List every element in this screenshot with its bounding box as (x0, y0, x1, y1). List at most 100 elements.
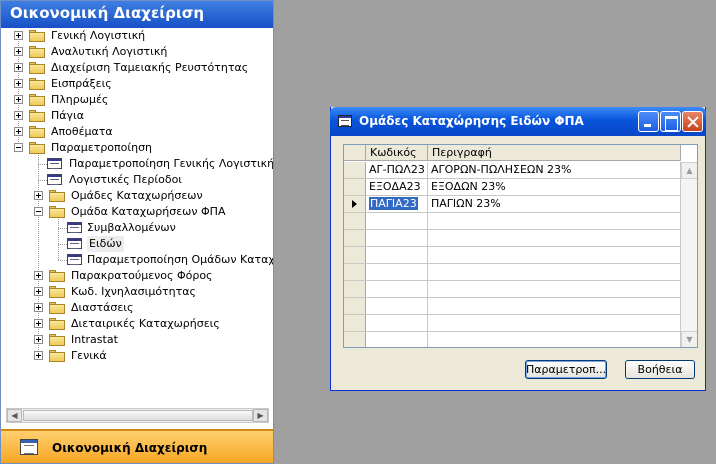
cell-description[interactable] (428, 213, 681, 230)
navigation-pane: Οικονομική Διαχείριση Γενική Λογιστική Αν… (0, 0, 274, 464)
tree-item[interactable]: Διεταιρικές Καταχωρήσεις (1, 316, 273, 332)
cell-code[interactable] (366, 230, 428, 247)
tree-item[interactable]: Ειδών (1, 236, 273, 252)
tree-item[interactable]: Διαστάσεις (1, 300, 273, 316)
expand-icon[interactable] (34, 351, 43, 360)
row-selector-header (344, 145, 366, 161)
cell-code[interactable] (366, 264, 428, 281)
tree-item[interactable]: Intrastat (1, 332, 273, 348)
cell-code[interactable] (366, 281, 428, 298)
cell-description[interactable] (428, 298, 681, 315)
scroll-down-button[interactable]: ▼ (681, 331, 697, 347)
collapse-icon[interactable] (14, 143, 23, 152)
cell-code[interactable] (366, 332, 428, 347)
row-selector[interactable] (344, 298, 366, 315)
row-selector[interactable] (344, 247, 366, 264)
folder-icon (49, 190, 65, 202)
tree-item[interactable]: Ομάδες Καταχωρήσεων (1, 188, 273, 204)
cell-code[interactable] (366, 298, 428, 315)
expand-icon[interactable] (14, 63, 23, 72)
row-selector[interactable] (344, 315, 366, 332)
vertical-scrollbar[interactable]: ▲ ▼ (681, 162, 697, 347)
column-header-description[interactable]: Περιγραφή (428, 145, 681, 161)
expand-icon[interactable] (34, 271, 43, 280)
cell-description[interactable] (428, 315, 681, 332)
expand-icon[interactable] (34, 191, 43, 200)
row-selector[interactable] (344, 213, 366, 230)
cell-code[interactable] (366, 315, 428, 332)
cell-code[interactable] (366, 213, 428, 230)
window-titlebar[interactable]: Ομάδες Καταχώρησης Ειδών ΦΠΑ (330, 107, 706, 136)
parameters-button[interactable]: Παραμετροπ... (525, 360, 607, 379)
cell-code[interactable]: ΠΑΓΙΑ23 (366, 196, 428, 213)
close-button[interactable] (682, 111, 703, 132)
scroll-thumb[interactable] (23, 410, 253, 421)
row-selector[interactable] (344, 281, 366, 298)
row-selector[interactable] (344, 162, 366, 179)
cell-description[interactable] (428, 264, 681, 281)
tree-item[interactable]: Διαχείριση Ταμειακής Ρευστότητας (1, 60, 273, 76)
folder-open-icon (49, 206, 65, 218)
column-header-code[interactable]: Κωδικός (366, 145, 428, 161)
expand-icon[interactable] (34, 319, 43, 328)
navigation-tree: Γενική Λογιστική Αναλυτική Λογιστική Διαχε… (1, 28, 273, 408)
cell-description[interactable]: ΕΞΟΔΩΝ 23% (428, 179, 681, 196)
tree-item[interactable]: Γενική Λογιστική (1, 28, 273, 44)
tree-item[interactable]: Παραμετροποίηση Γενικής Λογιστικής (1, 156, 273, 172)
cell-description[interactable] (428, 332, 681, 347)
cell-code[interactable] (366, 247, 428, 264)
folder-icon (49, 286, 65, 298)
expand-icon[interactable] (14, 127, 23, 136)
cell-description[interactable]: ΠΑΓΙΩΝ 23% (428, 196, 681, 213)
tree-item[interactable]: Λογιστικές Περίοδοι (1, 172, 273, 188)
folder-icon (29, 46, 45, 58)
vat-posting-groups-window: Ομάδες Καταχώρησης Ειδών ΦΠΑ Κωδικός Περ… (330, 107, 706, 391)
horizontal-scrollbar[interactable]: ◀ ▶ (6, 408, 269, 423)
row-selector[interactable] (344, 179, 366, 196)
cell-code[interactable]: ΑΓ-ΠΩΛ23 (366, 162, 428, 179)
tree-item-label: Αναλυτική Λογιστική (51, 45, 168, 58)
cell-description[interactable] (428, 281, 681, 298)
tree-item[interactable]: Ομάδα Καταχωρήσεων ΦΠΑ (1, 204, 273, 220)
tree-item-label: Γενικά (71, 349, 107, 362)
form-icon (67, 254, 82, 265)
scroll-up-button[interactable]: ▲ (681, 162, 697, 179)
collapse-icon[interactable] (34, 207, 43, 216)
cell-description[interactable] (428, 230, 681, 247)
expand-icon[interactable] (14, 111, 23, 120)
navigation-pane-button[interactable]: Οικονομική Διαχείριση (1, 429, 273, 463)
minimize-button[interactable] (638, 111, 659, 132)
tree-item[interactable]: Παραμετροποίηση (1, 140, 273, 156)
tree-item[interactable]: Συμβαλλομένων (1, 220, 273, 236)
row-selector[interactable] (344, 264, 366, 281)
maximize-button[interactable] (660, 111, 681, 132)
expand-icon[interactable] (14, 79, 23, 88)
tree-item[interactable]: Παραμετροποίηση Ομάδων Καταχώρησ (1, 252, 273, 268)
row-selector[interactable] (344, 196, 366, 213)
cell-description[interactable]: ΑΓΟΡΩΝ-ΠΩΛΗΣΕΩΝ 23% (428, 162, 681, 179)
tree-item[interactable]: Εισπράξεις (1, 76, 273, 92)
cell-description[interactable] (428, 247, 681, 264)
tree-item[interactable]: Πληρωμές (1, 92, 273, 108)
financial-management-icon (20, 439, 38, 455)
expand-icon[interactable] (34, 303, 43, 312)
tree-item[interactable]: Γενικά (1, 348, 273, 364)
expand-icon[interactable] (14, 47, 23, 56)
tree-item[interactable]: Αναλυτική Λογιστική (1, 44, 273, 60)
tree-item[interactable]: Παρακρατούμενος Φόρος (1, 268, 273, 284)
scroll-left-button[interactable]: ◀ (7, 409, 22, 422)
tree-item[interactable]: Αποθέματα (1, 124, 273, 140)
expand-icon[interactable] (34, 335, 43, 344)
cell-code-text: ΕΞΟΔΑ23 (369, 180, 421, 193)
expand-icon[interactable] (34, 287, 43, 296)
expand-icon[interactable] (14, 31, 23, 40)
tree-item-label: Λογιστικές Περίοδοι (69, 173, 183, 186)
cell-code[interactable]: ΕΞΟΔΑ23 (366, 179, 428, 196)
tree-item[interactable]: Πάγια (1, 108, 273, 124)
expand-icon[interactable] (14, 95, 23, 104)
help-button[interactable]: Βοήθεια (625, 360, 695, 379)
row-selector[interactable] (344, 230, 366, 247)
row-selector[interactable] (344, 332, 366, 347)
scroll-right-button[interactable]: ▶ (253, 409, 268, 422)
tree-item[interactable]: Κωδ. Ιχνηλασιμότητας (1, 284, 273, 300)
